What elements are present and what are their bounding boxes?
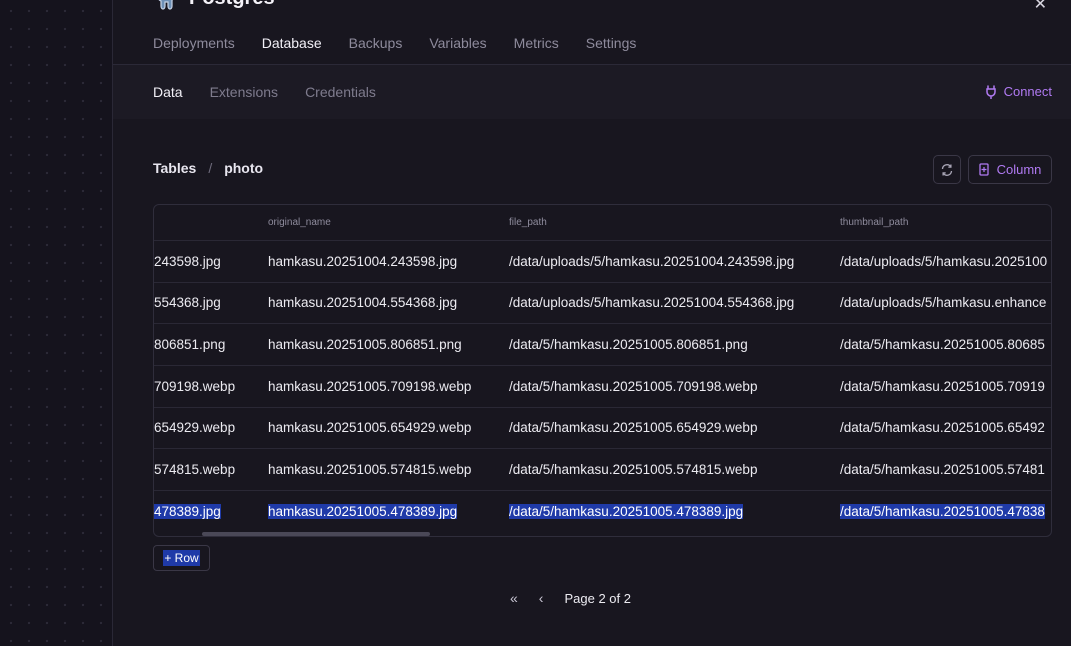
table-cell[interactable]: /data/uploads/5/hamkasu.2025100 bbox=[840, 253, 1047, 270]
table-cell[interactable]: 243598.jpg bbox=[154, 253, 221, 270]
table-cell[interactable]: /data/5/hamkasu.20251005.70919 bbox=[840, 378, 1045, 395]
table-header: original_name file_path thumbnail_path bbox=[154, 205, 1051, 241]
table-cell[interactable]: hamkasu.20251005.654929.webp bbox=[268, 419, 471, 436]
column-header-file-path[interactable]: file_path bbox=[509, 217, 547, 228]
table-cell[interactable]: hamkasu.20251004.243598.jpg bbox=[268, 253, 457, 270]
table-cell[interactable]: /data/5/hamkasu.20251005.80685 bbox=[840, 336, 1045, 353]
plug-icon bbox=[985, 84, 996, 99]
table-cell[interactable]: 478389.jpg bbox=[154, 503, 221, 520]
first-page-icon[interactable]: « bbox=[510, 590, 518, 606]
tab-database[interactable]: Database bbox=[262, 35, 322, 57]
tab-data[interactable]: Data bbox=[153, 84, 183, 100]
refresh-icon bbox=[941, 163, 953, 176]
table-cell[interactable]: 709198.webp bbox=[154, 378, 235, 395]
column-header-thumbnail-path[interactable]: thumbnail_path bbox=[840, 217, 908, 228]
table-cell[interactable]: /data/5/hamkasu.20251005.57481 bbox=[840, 461, 1045, 478]
close-icon[interactable]: ✕ bbox=[1034, 0, 1047, 14]
table-cell[interactable]: 554368.jpg bbox=[154, 294, 221, 311]
column-icon bbox=[978, 163, 989, 176]
table-cell[interactable]: 806851.png bbox=[154, 336, 225, 353]
horizontal-scrollbar[interactable] bbox=[202, 532, 430, 536]
table-cell[interactable]: /data/uploads/5/hamkasu.20251004.554368.… bbox=[509, 294, 794, 311]
connect-label: Connect bbox=[1003, 84, 1052, 99]
table-cell[interactable]: /data/5/hamkasu.20251005.654929.webp bbox=[509, 419, 757, 436]
table-cell[interactable]: hamkasu.20251005.806851.png bbox=[268, 336, 462, 353]
cell-text: /data/5/hamkasu.20251005.478389.jpg bbox=[509, 504, 744, 519]
table-row[interactable]: 574815.webp hamkasu.20251005.574815.webp… bbox=[154, 449, 1051, 491]
tab-variables[interactable]: Variables bbox=[429, 35, 486, 57]
service-title: Postgres bbox=[189, 0, 275, 10]
table-cell[interactable]: /data/uploads/5/hamkasu.20251004.243598.… bbox=[509, 253, 794, 270]
table-cell[interactable]: 654929.webp bbox=[154, 419, 235, 436]
table-row[interactable]: 709198.webp hamkasu.20251005.709198.webp… bbox=[154, 366, 1051, 408]
table-cell[interactable]: /data/uploads/5/hamkasu.enhance bbox=[840, 294, 1046, 311]
table-row[interactable]: 806851.png hamkasu.20251005.806851.png /… bbox=[154, 324, 1051, 366]
table-cell[interactable]: hamkasu.20251005.574815.webp bbox=[268, 461, 471, 478]
sub-tabs: Data Extensions Credentials bbox=[153, 84, 376, 100]
column-header-original-name[interactable]: original_name bbox=[268, 217, 331, 228]
tab-backups[interactable]: Backups bbox=[349, 35, 403, 57]
main-tabs: Deployments Database Backups Variables M… bbox=[153, 35, 636, 57]
cell-text: /data/5/hamkasu.20251005.47838 bbox=[840, 504, 1045, 519]
tab-deployments[interactable]: Deployments bbox=[153, 35, 235, 57]
table-cell[interactable]: hamkasu.20251005.478389.jpg bbox=[268, 503, 458, 520]
table-cell[interactable]: hamkasu.20251004.554368.jpg bbox=[268, 294, 457, 311]
refresh-button[interactable] bbox=[933, 155, 961, 184]
table-cell[interactable]: /data/5/hamkasu.20251005.806851.png bbox=[509, 336, 748, 353]
breadcrumb-tables[interactable]: Tables bbox=[153, 160, 196, 176]
table-cell[interactable]: 574815.webp bbox=[154, 461, 235, 478]
tab-metrics[interactable]: Metrics bbox=[514, 35, 559, 57]
tab-extensions[interactable]: Extensions bbox=[210, 84, 278, 100]
left-rail-background bbox=[0, 0, 113, 646]
add-column-button[interactable]: Column bbox=[968, 155, 1052, 184]
connect-button[interactable]: Connect bbox=[985, 84, 1052, 99]
table-row[interactable]: 654929.webp hamkasu.20251005.654929.webp… bbox=[154, 407, 1051, 449]
database-subbar: Data Extensions Credentials Connect bbox=[113, 64, 1071, 119]
previous-page-icon[interactable]: ‹ bbox=[539, 590, 544, 606]
elephant-icon bbox=[158, 0, 174, 10]
column-label: Column bbox=[996, 162, 1042, 177]
tab-credentials[interactable]: Credentials bbox=[305, 84, 376, 100]
breadcrumb-current: photo bbox=[224, 160, 264, 176]
breadcrumb-separator: / bbox=[208, 160, 213, 176]
add-row-button[interactable]: + Row bbox=[153, 545, 210, 571]
cell-text: hamkasu.20251005.478389.jpg bbox=[268, 504, 458, 519]
table-row[interactable]: 243598.jpg hamkasu.20251004.243598.jpg /… bbox=[154, 241, 1051, 283]
breadcrumb: Tables / photo bbox=[153, 160, 263, 176]
service-header: Postgres bbox=[153, 0, 275, 10]
data-table: original_name file_path thumbnail_path 2… bbox=[153, 204, 1052, 537]
pagination: « ‹ Page 2 of 2 bbox=[510, 590, 631, 606]
page-indicator: Page 2 of 2 bbox=[564, 590, 631, 606]
table-row-selected[interactable]: 478389.jpg hamkasu.20251005.478389.jpg /… bbox=[154, 491, 1051, 533]
cell-text: 478389.jpg bbox=[154, 504, 221, 519]
table-cell[interactable]: /data/5/hamkasu.20251005.574815.webp bbox=[509, 461, 757, 478]
table-cell[interactable]: /data/5/hamkasu.20251005.47838 bbox=[840, 503, 1045, 520]
service-panel: Postgres ✕ Deployments Database Backups … bbox=[113, 0, 1071, 646]
table-cell[interactable]: hamkasu.20251005.709198.webp bbox=[268, 378, 471, 395]
table-cell[interactable]: /data/5/hamkasu.20251005.65492 bbox=[840, 419, 1045, 436]
tab-settings[interactable]: Settings bbox=[586, 35, 637, 57]
table-cell[interactable]: /data/5/hamkasu.20251005.709198.webp bbox=[509, 378, 757, 395]
table-cell[interactable]: /data/5/hamkasu.20251005.478389.jpg bbox=[509, 503, 744, 520]
add-row-label: + Row bbox=[163, 550, 200, 566]
table-row[interactable]: 554368.jpg hamkasu.20251004.554368.jpg /… bbox=[154, 282, 1051, 324]
